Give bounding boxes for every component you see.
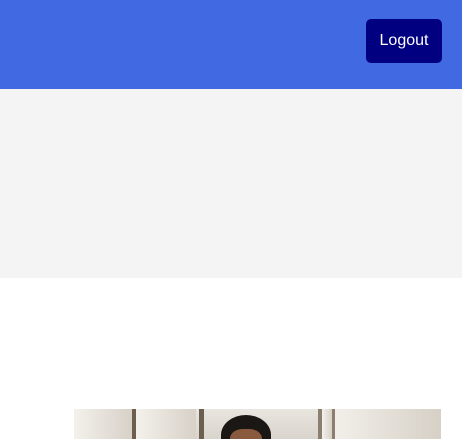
hero-banner (0, 89, 462, 278)
photo-window-frame (199, 409, 204, 439)
photo-background-window (74, 409, 132, 439)
photo-background-window (136, 409, 196, 439)
person-photo (74, 409, 441, 439)
page: Logout (0, 0, 462, 439)
photo-person-face (230, 429, 262, 439)
top-navigation-bar: Logout (0, 0, 462, 89)
photo-background-window (335, 409, 441, 439)
logout-button[interactable]: Logout (366, 19, 442, 63)
photo-background-window (322, 409, 332, 439)
